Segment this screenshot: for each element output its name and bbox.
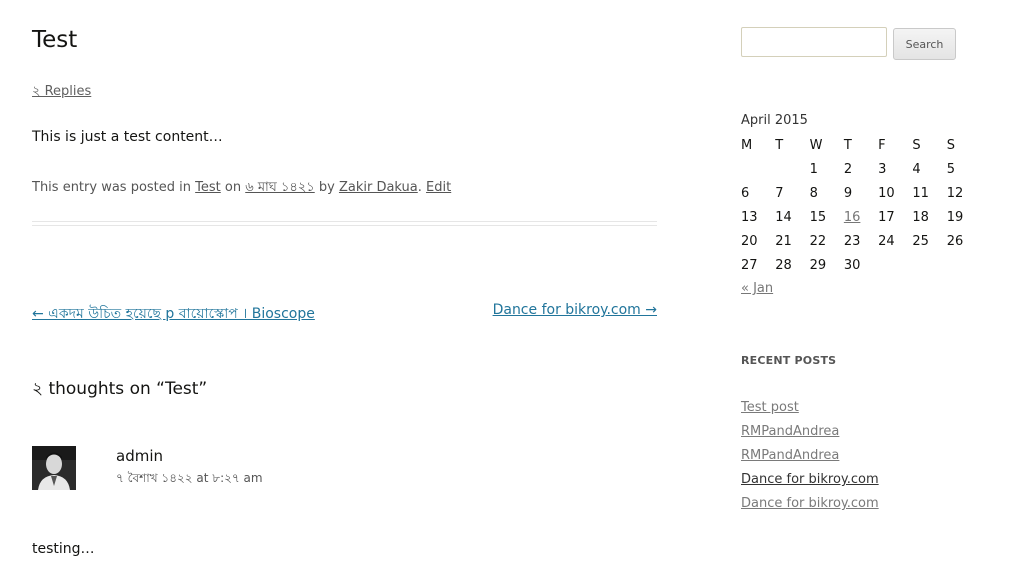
- divider: [32, 221, 657, 222]
- recent-post-link[interactable]: Dance for bikroy.com: [741, 472, 879, 487]
- calendar-week: 13 14 15 16 17 18 19: [741, 205, 981, 229]
- calendar-day: 22: [809, 233, 827, 249]
- calendar-day: [741, 157, 775, 181]
- calendar-day: 20: [741, 233, 758, 249]
- author-link[interactable]: Zakir Dakua: [339, 180, 418, 195]
- list-item: Test post: [741, 400, 879, 424]
- calendar-caption: April 2015: [741, 113, 808, 128]
- entry-meta: This entry was posted in Test on ৬ মাঘ ১…: [32, 178, 451, 199]
- replies-link[interactable]: ২ Replies: [32, 82, 91, 103]
- weekday: S: [912, 137, 921, 153]
- calendar: M T W T F S S 1 2 3 4 5 6 7 8 9 10 11 12…: [741, 133, 981, 277]
- calendar-day: 28: [775, 257, 792, 273]
- calendar-day: 8: [809, 185, 818, 201]
- calendar-week: 20 21 22 23 24 25 26: [741, 229, 981, 253]
- comments-title: ২ thoughts on “Test”: [32, 379, 208, 399]
- calendar-day: 1: [809, 161, 818, 177]
- calendar-day: 12: [946, 185, 964, 201]
- list-item: RMPandAndrea: [741, 448, 879, 472]
- calendar-day: [947, 253, 981, 277]
- calendar-day: 19: [946, 209, 964, 225]
- divider: [32, 225, 657, 226]
- calendar-week: 6 7 8 9 10 11 12: [741, 181, 981, 205]
- calendar-prev-link[interactable]: « Jan: [741, 281, 773, 296]
- calendar-day: 10: [878, 185, 895, 201]
- search-input[interactable]: [741, 27, 887, 57]
- calendar-day: 18: [912, 209, 929, 225]
- calendar-day: 26: [946, 233, 964, 249]
- weekday: T: [843, 137, 852, 153]
- next-post-link[interactable]: Dance for bikroy.com →: [493, 302, 657, 318]
- weekday: W: [809, 137, 823, 153]
- calendar-day: 9: [843, 185, 853, 201]
- weekday: S: [946, 137, 955, 153]
- date-link[interactable]: ৬ মাঘ ১৪২১: [245, 180, 315, 195]
- calendar-day: 3: [878, 161, 887, 177]
- recent-posts-title: RECENT POSTS: [741, 354, 837, 367]
- post-title: Test: [32, 27, 78, 53]
- avatar: [32, 446, 76, 490]
- calendar-day: 2: [843, 161, 853, 177]
- calendar-day: 4: [912, 161, 921, 177]
- previous-post-link[interactable]: ← একদম উচিত হয়েছে p বায়োস্কোপ । Biosco…: [32, 302, 315, 326]
- comment-text: testing…: [32, 541, 95, 557]
- calendar-day: 27: [741, 257, 758, 273]
- meta-prefix: This entry was posted in: [32, 180, 196, 195]
- weekday: M: [741, 137, 753, 153]
- calendar-week: 1 2 3 4 5: [741, 157, 981, 181]
- search-button[interactable]: Search: [893, 28, 956, 60]
- edit-link[interactable]: Edit: [426, 180, 451, 195]
- list-item: RMPandAndrea: [741, 424, 879, 448]
- calendar-day: 14: [775, 209, 792, 225]
- calendar-day: 11: [912, 185, 929, 201]
- calendar-day: 17: [878, 209, 895, 225]
- calendar-day-linked: 16: [844, 205, 878, 229]
- calendar-day: 30: [843, 257, 861, 273]
- meta-dot: .: [417, 180, 427, 195]
- comment-date[interactable]: ৭ বৈশাখ ১৪২২ at ৮:২৭ am: [116, 470, 263, 490]
- calendar-day: [775, 157, 809, 181]
- calendar-day: 24: [878, 233, 895, 249]
- calendar-day: 13: [741, 209, 758, 225]
- meta-by: by: [314, 180, 339, 195]
- comment-author: admin: [116, 447, 163, 465]
- calendar-day: 25: [912, 233, 929, 249]
- calendar-week: 27 28 29 30: [741, 253, 981, 277]
- avatar-image: [32, 446, 76, 490]
- calendar-day-link[interactable]: 16: [844, 210, 861, 225]
- calendar-day: [878, 253, 912, 277]
- category-link[interactable]: Test: [195, 180, 221, 195]
- weekday: T: [775, 137, 784, 153]
- calendar-weekdays: M T W T F S S: [741, 133, 981, 157]
- recent-posts-list: Test post RMPandAndrea RMPandAndrea Danc…: [741, 400, 879, 520]
- recent-post-link[interactable]: RMPandAndrea: [741, 448, 839, 463]
- calendar-day: 7: [775, 185, 784, 201]
- post-content: This is just a test content…: [32, 129, 223, 145]
- calendar-day: 29: [809, 257, 827, 273]
- calendar-day: 15: [809, 209, 827, 225]
- weekday: F: [878, 137, 886, 153]
- recent-post-link[interactable]: Dance for bikroy.com: [741, 496, 879, 511]
- meta-on: on: [220, 180, 246, 195]
- calendar-day: [912, 253, 946, 277]
- calendar-day: 21: [775, 233, 792, 249]
- calendar-day: 6: [741, 185, 750, 201]
- calendar-day: 23: [843, 233, 861, 249]
- calendar-day: 5: [946, 161, 955, 177]
- recent-post-link[interactable]: RMPandAndrea: [741, 424, 839, 439]
- list-item: Dance for bikroy.com: [741, 496, 879, 520]
- recent-post-link[interactable]: Test post: [741, 400, 799, 415]
- list-item: Dance for bikroy.com: [741, 472, 879, 496]
